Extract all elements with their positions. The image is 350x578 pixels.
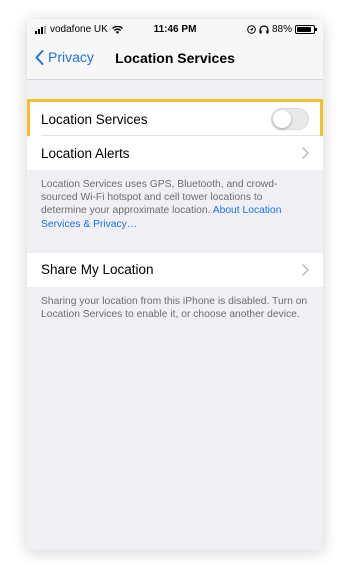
battery-icon bbox=[295, 25, 317, 34]
location-services-toggle[interactable] bbox=[271, 108, 309, 130]
location-services-row: Location Services bbox=[27, 102, 323, 136]
status-right: 88% bbox=[247, 24, 317, 35]
chevron-left-icon bbox=[35, 49, 44, 65]
location-group: Location Services Location Alerts bbox=[27, 99, 323, 170]
phone-screen: vodafone UK 11:46 PM 88% Privacy Locatio… bbox=[27, 19, 323, 550]
location-alerts-label: Location Alerts bbox=[41, 145, 130, 161]
back-button-label: Privacy bbox=[48, 49, 94, 65]
share-group: Share My Location bbox=[27, 252, 323, 287]
share-footnote: Sharing your location from this iPhone i… bbox=[27, 287, 323, 321]
share-my-location-row[interactable]: Share My Location bbox=[27, 252, 323, 287]
location-alerts-row[interactable]: Location Alerts bbox=[27, 136, 323, 170]
headphones-icon bbox=[259, 25, 269, 34]
share-my-location-label: Share My Location bbox=[41, 262, 154, 278]
navigation-bar: Privacy Location Services bbox=[27, 39, 323, 80]
location-arrow-icon bbox=[247, 25, 256, 34]
battery-percent: 88% bbox=[271, 24, 292, 35]
location-services-label: Location Services bbox=[41, 111, 148, 127]
location-footnote: Location Services uses GPS, Bluetooth, a… bbox=[27, 170, 323, 231]
toggle-knob bbox=[273, 110, 291, 128]
back-button[interactable]: Privacy bbox=[35, 49, 94, 65]
chevron-right-icon bbox=[302, 263, 309, 279]
status-bar: vodafone UK 11:46 PM 88% bbox=[27, 19, 323, 39]
share-footnote-text: Sharing your location from this iPhone i… bbox=[41, 295, 308, 321]
chevron-right-icon bbox=[302, 146, 309, 162]
